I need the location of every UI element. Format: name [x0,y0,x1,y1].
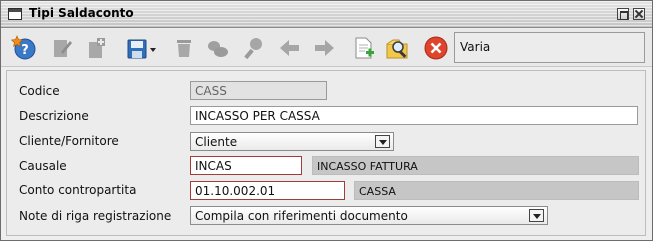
cliente-fornitore-label: Cliente/Fornitore [19,134,119,148]
find-icon[interactable] [385,35,411,61]
svg-text:?: ? [21,43,29,58]
title-bar[interactable]: Tipi Saldaconto [1,1,652,28]
previous-icon[interactable] [277,35,303,61]
window: Tipi Saldaconto ? Varia Codice CASS Desc… [0,0,653,241]
window-title: Tipi Saldaconto [29,6,134,20]
cliente-fornitore-value: Cliente [195,135,238,149]
codice-field[interactable]: CASS [190,81,327,100]
window-close-button[interactable] [633,8,645,20]
restore-button[interactable] [617,8,629,20]
new-icon[interactable]: ? [11,35,37,61]
causale-label: Causale [19,159,67,173]
close-icon[interactable] [423,35,449,61]
export-icon[interactable] [351,35,377,61]
edit-icon[interactable] [49,35,75,61]
conto-contropartita-description: CASSA [354,181,639,200]
causale-description: INCASSO FATTURA [312,156,639,175]
conto-contropartita-label: Conto contropartita [19,183,137,197]
delete-icon[interactable] [171,35,197,61]
search-icon[interactable] [241,35,267,61]
causale-field[interactable]: INCAS [190,156,302,175]
save-icon[interactable] [125,35,159,61]
cliente-fornitore-select[interactable]: Cliente [190,132,394,151]
descrizione-label: Descrizione [19,109,89,123]
note-riga-value: Compila con riferimenti documento [195,209,408,223]
toolbar: ? Varia [1,29,652,67]
mode-status: Varia [454,32,645,63]
duplicate-icon[interactable] [83,35,109,61]
codice-label: Codice [19,84,60,98]
descrizione-field[interactable]: INCASSO PER CASSA [190,106,638,125]
chevron-down-icon[interactable] [375,135,390,148]
conto-contropartita-field[interactable]: 01.10.002.01 [190,181,345,200]
chevron-down-icon[interactable] [529,209,544,222]
form-panel: Codice CASS Descrizione INCASSO PER CASS… [6,70,646,236]
note-riga-select[interactable]: Compila con riferimenti documento [190,206,548,225]
copy-icon[interactable] [205,35,231,61]
note-riga-label: Note di riga registrazione [19,209,172,223]
next-icon[interactable] [311,35,337,61]
window-icon [8,8,22,20]
